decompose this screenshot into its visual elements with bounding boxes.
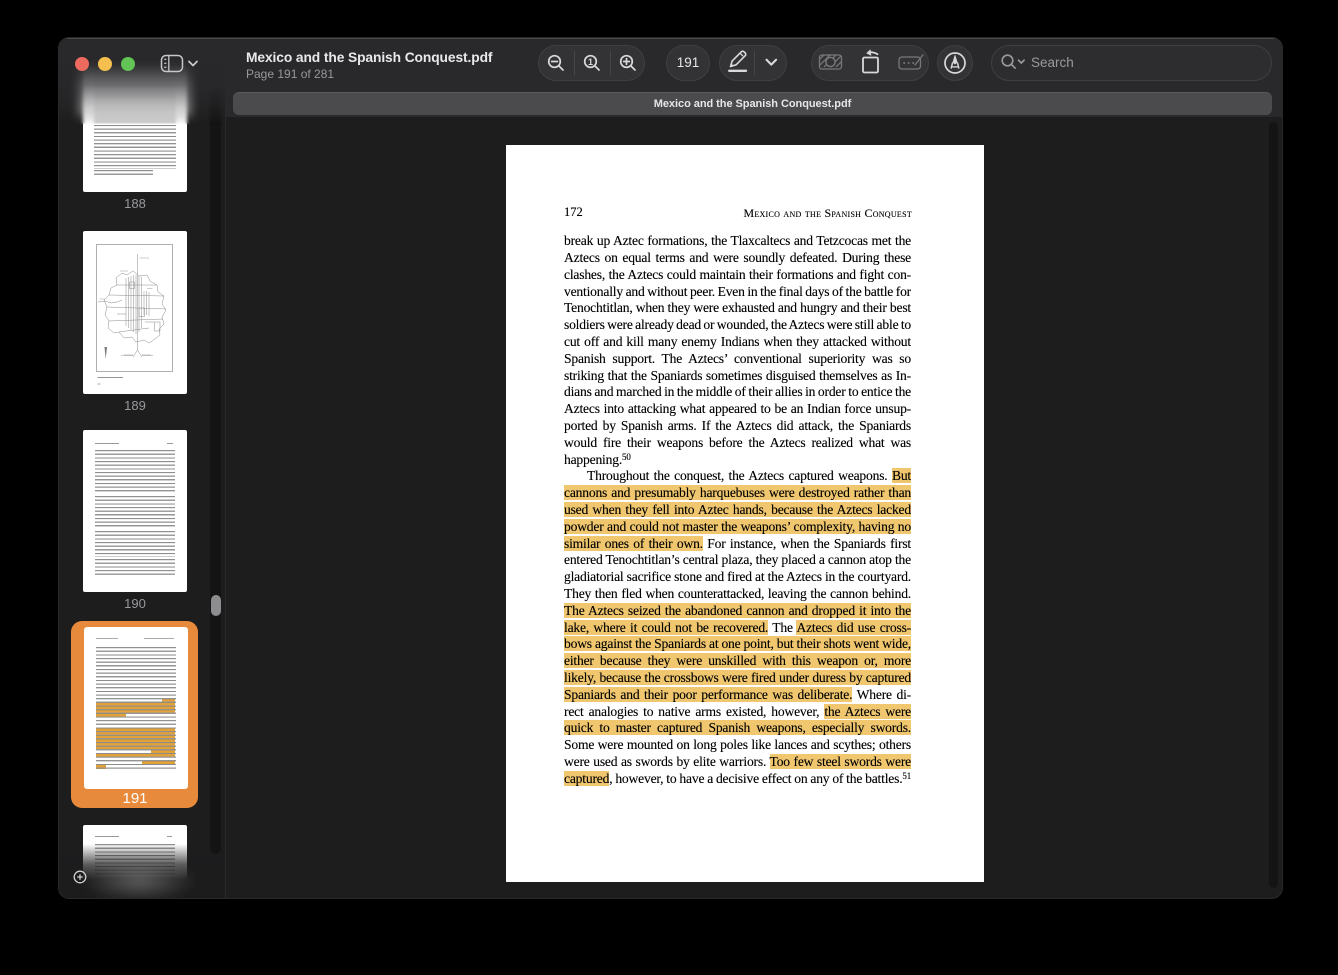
svg-text:1: 1 <box>588 57 593 67</box>
